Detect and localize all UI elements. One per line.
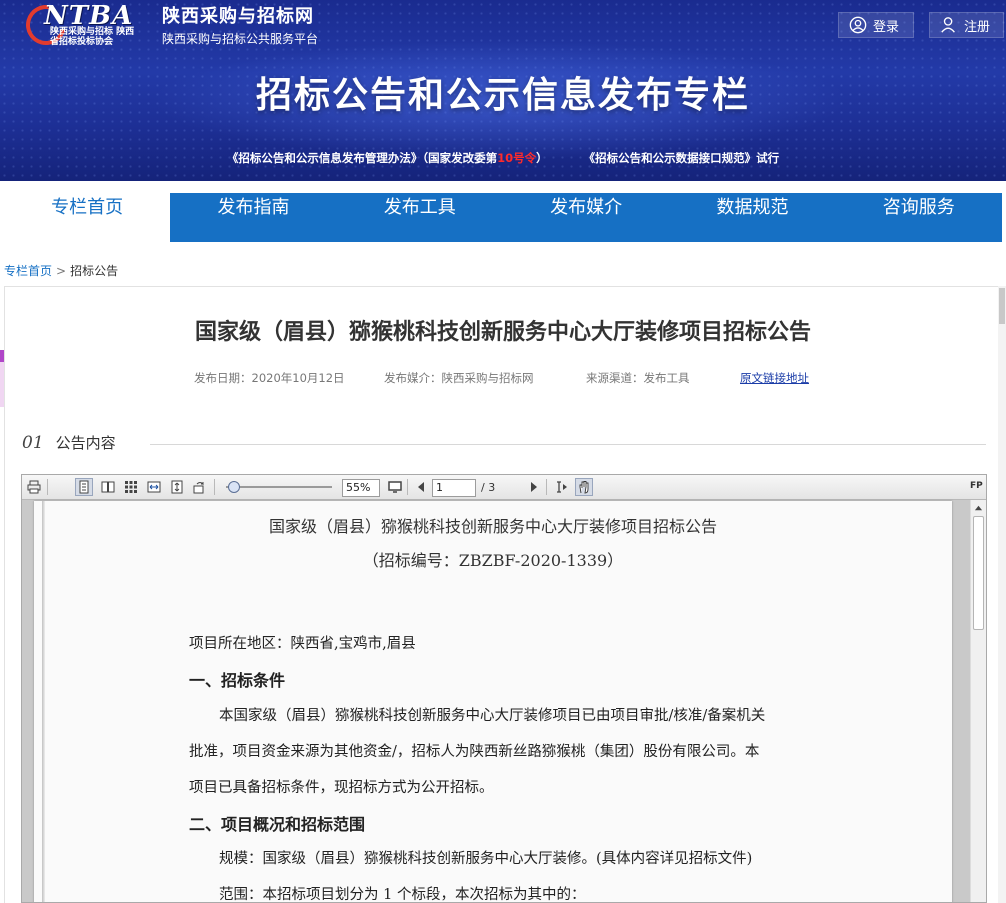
fp-label: FP [970, 481, 983, 491]
nav-item-consult[interactable]: 咨询服务 [836, 193, 1002, 242]
triangle-right-icon [531, 482, 537, 492]
toolbar-separator [407, 479, 408, 495]
rotate-button[interactable] [190, 478, 208, 496]
user-circle-icon [849, 16, 867, 34]
nav-item-tools[interactable]: 发布工具 [337, 193, 503, 242]
nav-item-media[interactable]: 发布媒介 [503, 193, 669, 242]
zoom-slider-knob[interactable] [228, 481, 240, 493]
document-location: 项目所在地区：陕西省,宝鸡市,眉县 [189, 636, 416, 652]
site-subtitle: 陕西采购与招标公共服务平台 [162, 32, 319, 46]
print-button[interactable] [25, 478, 43, 496]
publish-media: 发布媒介：陕西采购与招标网 [384, 371, 534, 385]
nav-item-guide[interactable]: 发布指南 [170, 193, 336, 242]
section-label: 公告内容 [55, 434, 116, 452]
section-header: 01 公告内容 [22, 432, 116, 453]
zoom-slider-track[interactable] [226, 486, 332, 488]
interface-spec-link[interactable]: 《招标公告和公示数据接口规范》试行 [584, 151, 780, 165]
header-banner: NTBA 陕西采购与招标 陕西省招标投标协会 陕西采购与招标网 陕西采购与招标公… [0, 0, 1006, 181]
document-heading-1: 一、招标条件 [189, 671, 286, 690]
logo-sub: 陕西采购与招标 陕西省招标投标协会 [50, 26, 135, 47]
fit-width-button[interactable] [145, 478, 163, 496]
document-area[interactable]: 国家级（眉县）猕猴桃科技创新服务中心大厅装修项目招标公告 （招标编号：ZBZBF… [22, 500, 970, 903]
grid-icon [125, 481, 137, 493]
register-label: 注册 [964, 19, 991, 35]
document-para1-line1: 本国家级（眉县）猕猴桃科技创新服务中心大厅装修项目已由项目审批/核准/备案机关 [219, 708, 766, 724]
breadcrumb-current: 招标公告 [70, 264, 119, 278]
breadcrumb: 专栏首页 > 招标公告 [4, 262, 118, 279]
document-scale: 规模：国家级（眉县）猕猴桃科技创新服务中心大厅装修。(具体内容详见招标文件) [219, 851, 753, 867]
scroll-up-button[interactable] [971, 501, 986, 515]
source-channel: 来源渠道：发布工具 [586, 371, 690, 385]
toolbar-separator [546, 479, 547, 495]
nav-item-home[interactable]: 专栏首页 [4, 193, 171, 242]
fit-height-icon [171, 480, 183, 494]
document-para1-line3: 项目已具备招标条件，现招标方式为公开招标。 [189, 780, 494, 796]
thumbnail-view-button[interactable] [122, 478, 140, 496]
main-nav: 专栏首页 发布指南 发布工具 发布媒介 数据规范 咨询服务 [4, 193, 1002, 242]
single-page-view-button[interactable] [75, 478, 93, 496]
fit-height-button[interactable] [168, 478, 186, 496]
toolbar-separator [47, 479, 48, 495]
nav-gap [0, 181, 1006, 193]
publish-date: 发布日期：2020年10月12日 [194, 371, 345, 385]
single-page-icon [79, 480, 89, 494]
nav-item-data-spec[interactable]: 数据规范 [669, 193, 835, 242]
pdf-toolbar: 55% 1 / 3 FP [22, 475, 986, 500]
section-divider [150, 444, 986, 445]
fit-width-icon [147, 481, 161, 493]
login-button[interactable]: 登录 [838, 12, 914, 38]
document-heading-2: 二、项目概况和招标范围 [189, 815, 366, 834]
login-label: 登录 [873, 19, 900, 35]
toolbar-separator [214, 479, 215, 495]
text-select-tool[interactable] [552, 478, 570, 496]
site-logo[interactable]: NTBA 陕西采购与招标 陕西省招标投标协会 陕西采购与招标网 陕西采购与招标公… [18, 0, 318, 52]
document-title: 国家级（眉县）猕猴桃科技创新服务中心大厅装修项目招标公告 [268, 517, 717, 536]
site-name: 陕西采购与招标网 [162, 6, 314, 27]
rotate-icon [193, 482, 204, 494]
section-number: 01 [22, 432, 44, 453]
pdf-viewer: 55% 1 / 3 FP 国家级（眉县）猕猴桃科技创新服务中心大厅装修项目招标公… [21, 474, 987, 903]
document-code: （招标编号：ZBZBF-2020-1339） [362, 551, 624, 570]
printer-icon [27, 480, 41, 494]
viewer-scrollbar[interactable] [970, 500, 986, 902]
page-number-input[interactable]: 1 [432, 479, 476, 497]
user-add-icon [941, 17, 955, 33]
logo-mark: NTBA 陕西采购与招标 陕西省招标投标协会 [18, 0, 154, 52]
page-total: / 3 [481, 481, 496, 494]
viewer-scroll-thumb[interactable] [973, 516, 984, 630]
document-page: 国家级（眉县）猕猴桃科技创新服务中心大厅装修项目招标公告 （招标编号：ZBZBF… [34, 501, 952, 903]
banner-links: 《招标公告和公示信息发布管理办法》（国家发改委第10号令） 《招标公告和公示数据… [0, 150, 1006, 166]
register-button[interactable]: 注册 [929, 12, 1004, 38]
document-para1-line2: 批准，项目资金来源为其他资金/，招标人为陕西新丝路猕猴桃（集团）股份有限公司。本 [189, 744, 760, 760]
regulation-link[interactable]: 《招标公告和公示信息发布管理办法》（国家发改委第10号令） [227, 151, 548, 165]
hand-tool[interactable] [575, 478, 593, 496]
two-page-view-button[interactable] [99, 478, 117, 496]
document-scope: 范围：本招标项目划分为 1 个标段，本次招标为其中的： [219, 887, 586, 903]
triangle-up-icon [974, 505, 983, 510]
breadcrumb-home-link[interactable]: 专栏首页 [4, 264, 52, 278]
left-edge-accent [0, 350, 4, 362]
next-page-button[interactable] [525, 478, 543, 496]
triangle-left-icon [418, 482, 424, 492]
monitor-icon [388, 481, 402, 493]
breadcrumb-separator: > [56, 264, 67, 278]
banner-title: 招标公告和公示信息发布专栏 [255, 75, 750, 116]
two-page-icon [101, 481, 115, 493]
hand-icon [579, 481, 589, 494]
prev-page-button[interactable] [412, 478, 430, 496]
original-link[interactable]: 原文链接地址 [740, 370, 809, 386]
fullscreen-button[interactable] [386, 478, 404, 496]
text-cursor-icon [557, 481, 567, 493]
logo-text: 陕西采购与招标网 陕西采购与招标公共服务平台 [162, 2, 318, 47]
left-edge-accent-light [0, 362, 4, 407]
page-scrollbar[interactable] [998, 286, 1006, 903]
zoom-input[interactable]: 55% [342, 479, 380, 497]
page-title: 国家级（眉县）猕猴桃科技创新服务中心大厅装修项目招标公告 [194, 320, 811, 345]
